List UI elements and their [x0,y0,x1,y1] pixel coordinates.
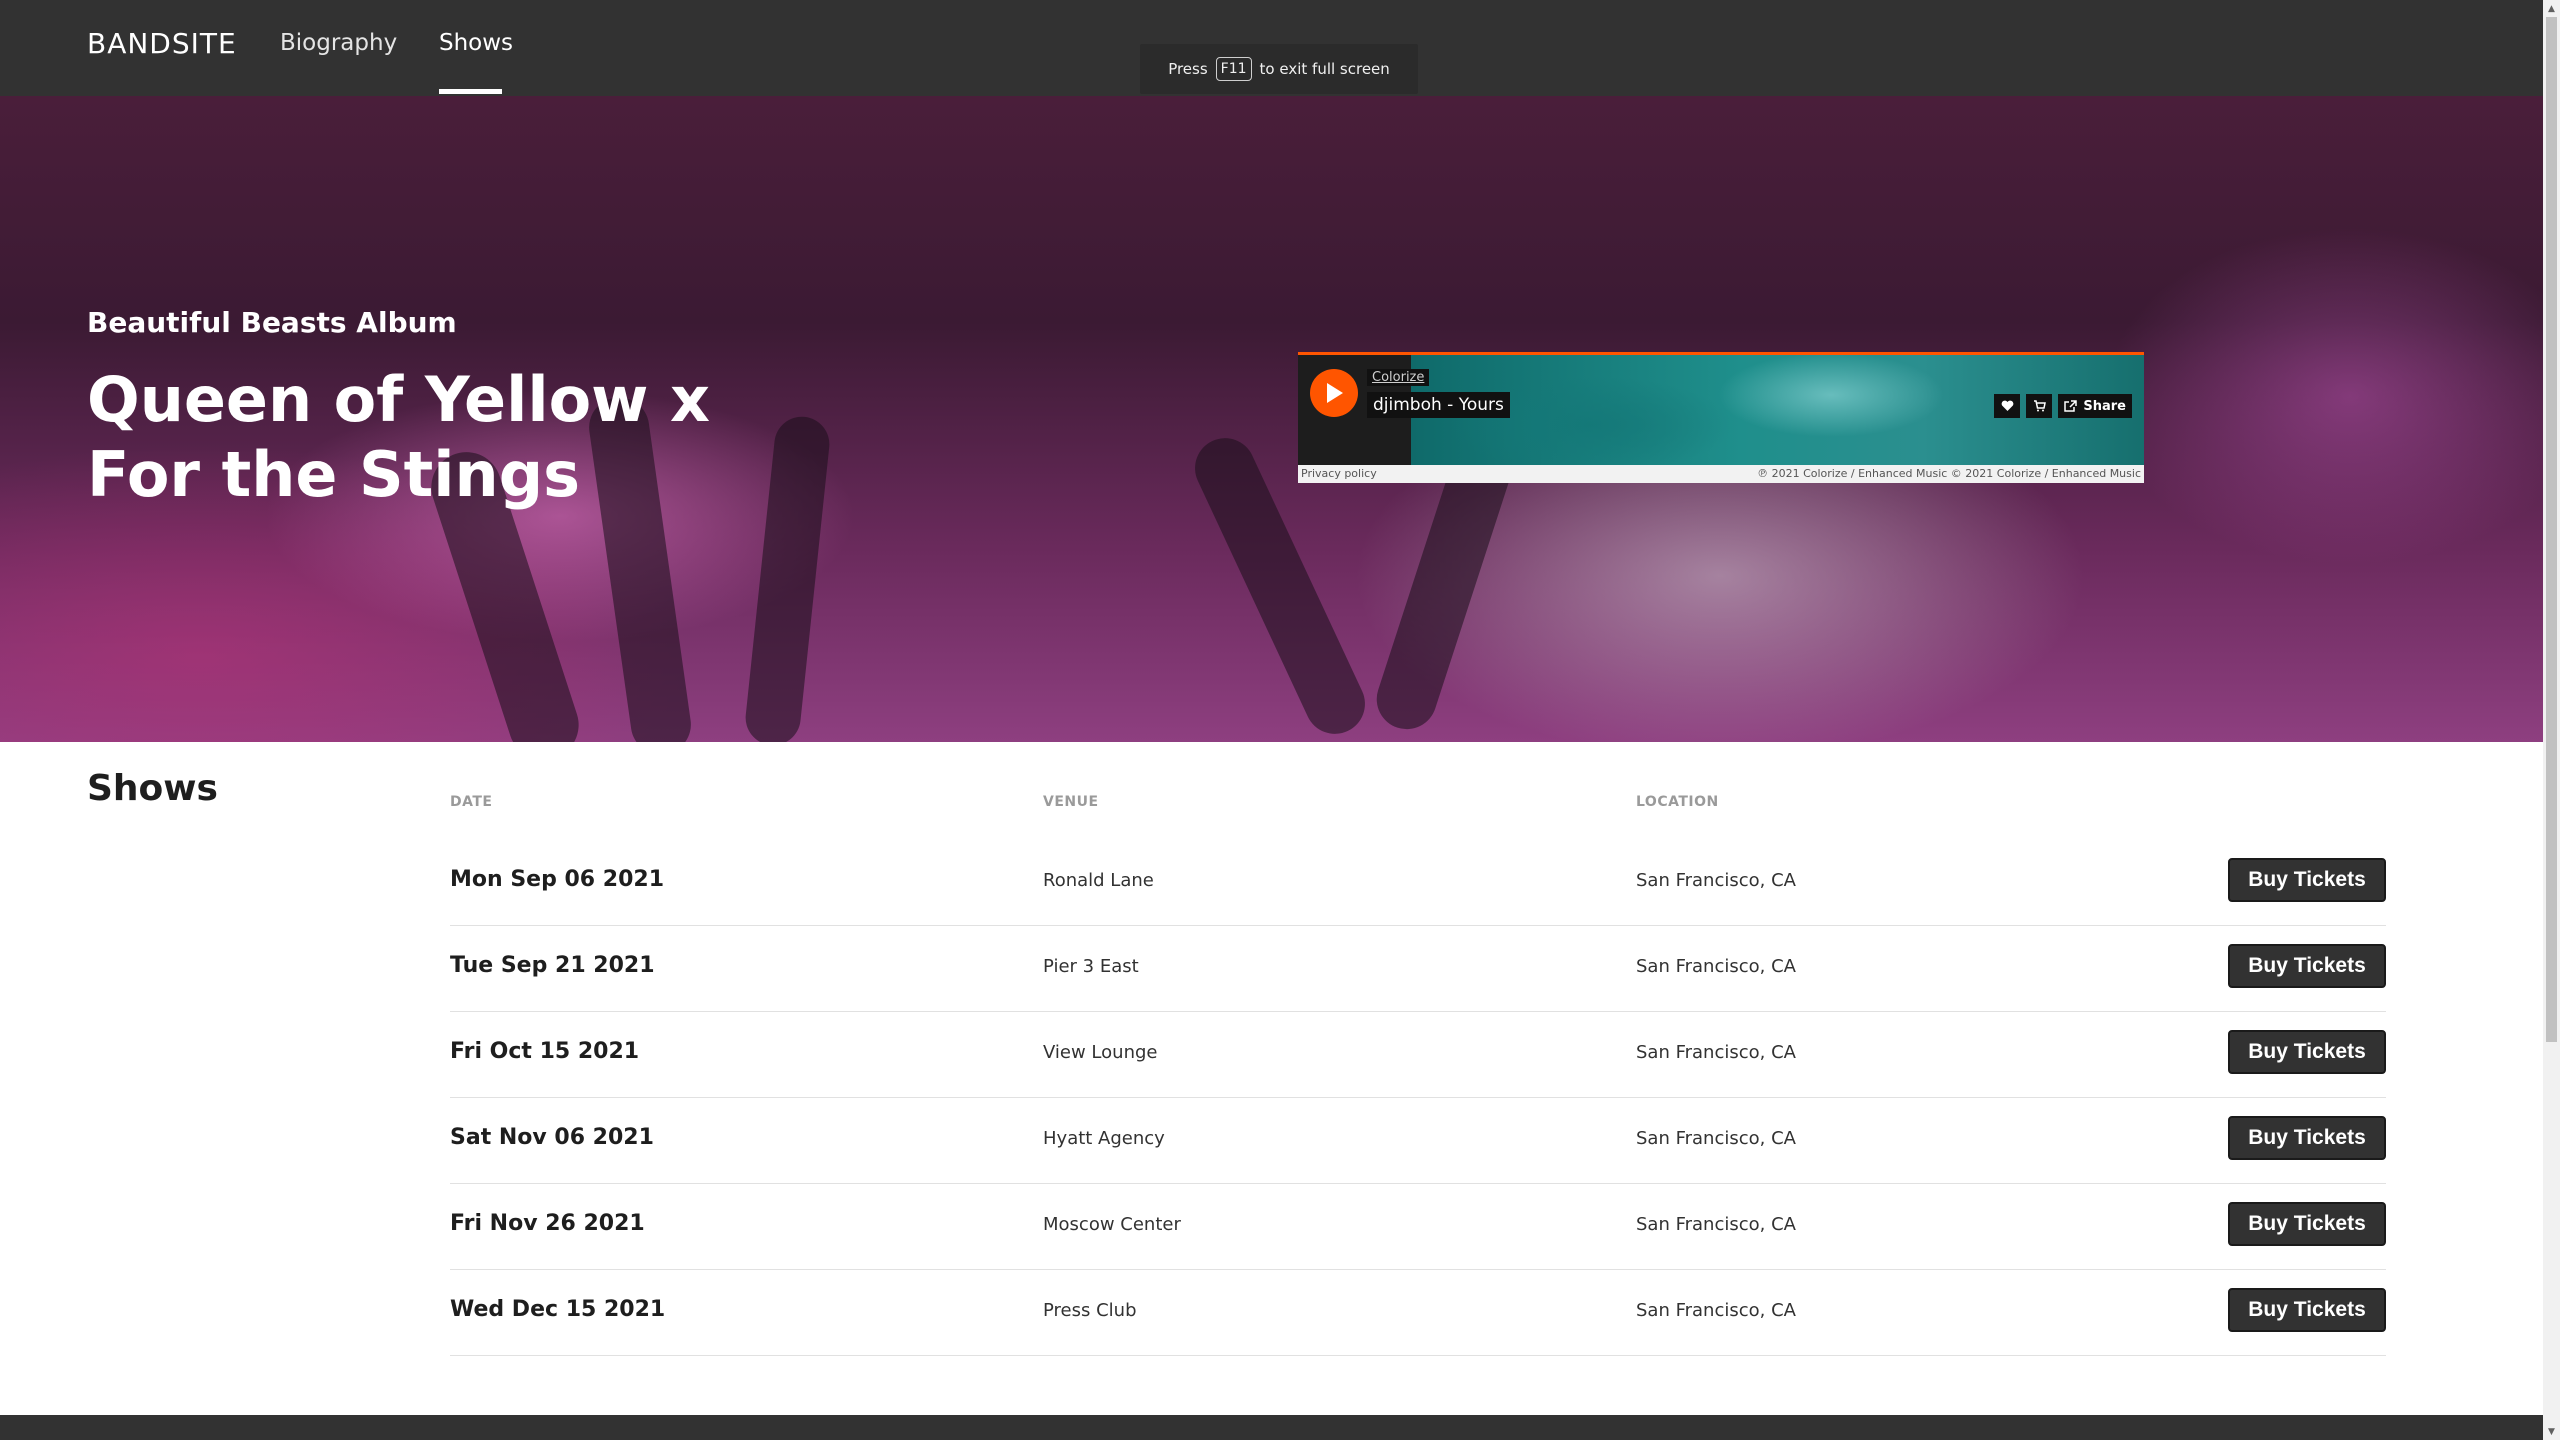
scroll-up-arrow[interactable]: ▲ [2543,0,2560,17]
show-venue: Press Club [1043,1300,1137,1321]
show-row[interactable]: Sat Nov 06 2021 Hyatt Agency San Francis… [450,1098,2386,1184]
show-date: Wed Dec 15 2021 [450,1297,666,1322]
buy-tickets-button[interactable]: Buy Tickets [2228,944,2386,988]
show-location: San Francisco, CA [1636,1214,1796,1235]
show-location: San Francisco, CA [1636,1042,1796,1063]
show-location: San Francisco, CA [1636,870,1796,891]
show-location: San Francisco, CA [1636,956,1796,977]
show-date: Mon Sep 06 2021 [450,867,665,892]
cart-icon [2033,400,2046,412]
hero-subtitle: Beautiful Beasts Album [87,306,457,339]
show-row[interactable]: Wed Dec 15 2021 Press Club San Francisco… [450,1270,2386,1356]
column-header-date: DATE [450,794,493,810]
player-actions: Share [1994,394,2132,418]
f11-key: F11 [1215,57,1252,81]
toast-text-after: to exit full screen [1259,60,1390,78]
scroll-thumb[interactable] [2546,17,2557,1042]
show-venue: Moscow Center [1043,1214,1181,1235]
site-logo[interactable]: BANDSITE [87,27,237,60]
buy-track-button[interactable] [2026,394,2053,418]
footer [0,1415,2543,1440]
like-button[interactable] [1994,394,2021,418]
buy-tickets-button[interactable]: Buy Tickets [2228,1202,2386,1246]
fullscreen-toast: Press F11 to exit full screen [1140,44,1418,94]
hero-title: Queen of Yellow x For the Stings [87,363,711,511]
show-venue: View Lounge [1043,1042,1158,1063]
nav-link-shows[interactable]: Shows [439,30,513,56]
shows-table: Mon Sep 06 2021 Ronald Lane San Francisc… [450,840,2386,1356]
column-header-location: LOCATION [1636,794,1719,810]
show-row[interactable]: Mon Sep 06 2021 Ronald Lane San Francisc… [450,840,2386,926]
show-venue: Ronald Lane [1043,870,1154,891]
show-location: San Francisco, CA [1636,1128,1796,1149]
active-nav-indicator [439,89,502,94]
share-label: Share [2083,398,2126,414]
hero-banner: Beautiful Beasts Album Queen of Yellow x… [0,96,2543,742]
play-button[interactable] [1310,369,1358,417]
buy-tickets-button[interactable]: Buy Tickets [2228,1116,2386,1160]
show-row[interactable]: Tue Sep 21 2021 Pier 3 East San Francisc… [450,926,2386,1012]
buy-tickets-button[interactable]: Buy Tickets [2228,1288,2386,1332]
show-venue: Hyatt Agency [1043,1128,1165,1149]
top-nav: BANDSITE Biography Shows Press F11 to ex… [0,0,2543,96]
show-date: Tue Sep 21 2021 [450,953,655,978]
page-scrollbar[interactable]: ▲ ▼ [2543,0,2560,1440]
buy-tickets-button[interactable]: Buy Tickets [2228,1030,2386,1074]
show-date: Fri Nov 26 2021 [450,1211,645,1236]
heart-icon [2001,400,2014,411]
privacy-policy-link[interactable]: Privacy policy [1301,465,1377,483]
shows-heading: Shows [87,768,218,809]
player-artist-link[interactable]: Colorize [1367,369,1430,386]
toast-text-before: Press [1168,60,1208,78]
play-icon [1327,383,1343,403]
player-track-title[interactable]: djimboh - Yours [1367,392,1510,418]
show-location: San Francisco, CA [1636,1300,1796,1321]
player-footer: Privacy policy ℗ 2021 Colorize / Enhance… [1298,465,2144,483]
nav-link-biography[interactable]: Biography [280,30,397,56]
show-venue: Pier 3 East [1043,956,1139,977]
share-icon [2064,400,2078,412]
share-button[interactable]: Share [2058,394,2132,418]
music-player-embed[interactable]: Colorize djimboh - Yours Share Privacy p… [1298,352,2144,483]
buy-tickets-button[interactable]: Buy Tickets [2228,858,2386,902]
show-row[interactable]: Fri Nov 26 2021 Moscow Center San Franci… [450,1184,2386,1270]
column-header-venue: VENUE [1043,794,1099,810]
show-row[interactable]: Fri Oct 15 2021 View Lounge San Francisc… [450,1012,2386,1098]
show-date: Fri Oct 15 2021 [450,1039,640,1064]
show-date: Sat Nov 06 2021 [450,1125,654,1150]
scroll-down-arrow[interactable]: ▼ [2543,1423,2560,1440]
player-copyright: ℗ 2021 Colorize / Enhanced Music © 2021 … [1757,467,2141,480]
